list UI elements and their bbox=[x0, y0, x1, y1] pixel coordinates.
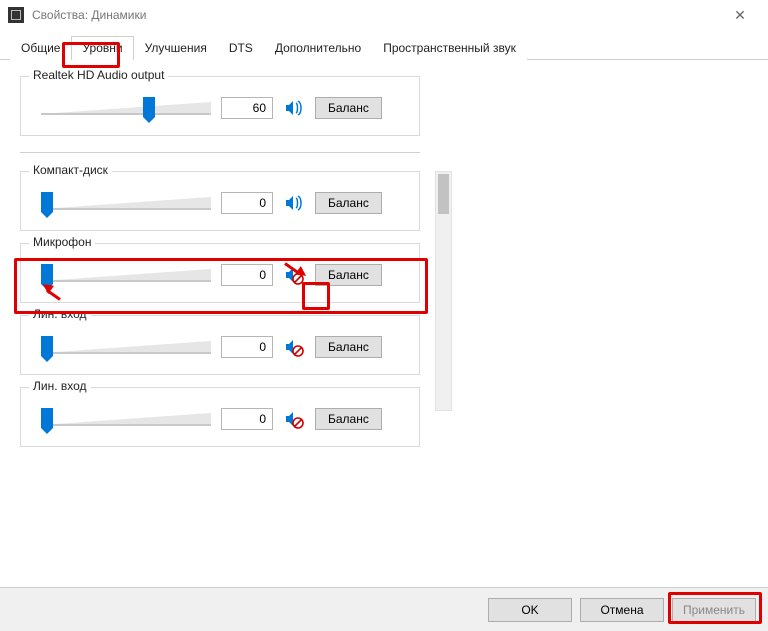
app-icon bbox=[8, 7, 24, 23]
tab-spatial-sound[interactable]: Пространственный звук bbox=[372, 36, 527, 60]
output-row: Баланс bbox=[31, 95, 409, 121]
scrollbar[interactable] bbox=[435, 171, 452, 411]
group-linein-1-label: Лин. вход bbox=[29, 307, 91, 321]
tab-strip: Общие Уровни Улучшения DTS Дополнительно… bbox=[0, 36, 768, 60]
cd-row: Баланс bbox=[31, 190, 409, 216]
group-microphone-label: Микрофон bbox=[29, 235, 95, 249]
group-output-label: Realtek HD Audio output bbox=[29, 68, 168, 82]
group-linein-1: Лин. вход Баланс bbox=[20, 315, 420, 375]
microphone-row: Баланс bbox=[31, 262, 409, 288]
linein-2-balance-button[interactable]: Баланс bbox=[315, 408, 382, 430]
group-linein-2: Лин. вход Баланс bbox=[20, 387, 420, 447]
ok-button[interactable]: OK bbox=[488, 598, 572, 622]
group-microphone: Микрофон Баланс bbox=[20, 243, 420, 303]
microphone-value[interactable] bbox=[221, 264, 273, 286]
group-cd: Компакт-диск Баланс bbox=[20, 171, 420, 231]
linein-1-slider[interactable] bbox=[41, 334, 211, 360]
cd-balance-button[interactable]: Баланс bbox=[315, 192, 382, 214]
window-title: Свойства: Динамики bbox=[32, 8, 146, 22]
speaker-muted-icon[interactable] bbox=[283, 408, 305, 430]
microphone-balance-button[interactable]: Баланс bbox=[315, 264, 382, 286]
tab-advanced[interactable]: Дополнительно bbox=[264, 36, 372, 60]
linein-2-row: Баланс bbox=[31, 406, 409, 432]
scrollbar-thumb[interactable] bbox=[438, 174, 449, 214]
output-value[interactable] bbox=[221, 97, 273, 119]
dialog-footer: OK Отмена Применить bbox=[0, 587, 768, 631]
separator bbox=[20, 152, 420, 153]
output-balance-button[interactable]: Баланс bbox=[315, 97, 382, 119]
cd-value[interactable] bbox=[221, 192, 273, 214]
microphone-slider[interactable] bbox=[41, 262, 211, 288]
tab-general[interactable]: Общие bbox=[10, 36, 71, 60]
group-cd-label: Компакт-диск bbox=[29, 163, 112, 177]
group-linein-2-label: Лин. вход bbox=[29, 379, 91, 393]
levels-panel: Realtek HD Audio output Баланс Компакт-д… bbox=[0, 60, 768, 580]
linein-1-value[interactable] bbox=[221, 336, 273, 358]
apply-button[interactable]: Применить bbox=[672, 598, 756, 622]
group-output: Realtek HD Audio output Баланс bbox=[20, 76, 420, 136]
tab-levels[interactable]: Уровни bbox=[71, 36, 133, 60]
speaker-icon[interactable] bbox=[283, 97, 305, 119]
title-bar: Свойства: Динамики ✕ bbox=[0, 0, 768, 30]
linein-2-slider[interactable] bbox=[41, 406, 211, 432]
cd-slider[interactable] bbox=[41, 190, 211, 216]
close-button[interactable]: ✕ bbox=[720, 7, 760, 24]
speaker-icon[interactable] bbox=[283, 192, 305, 214]
output-slider[interactable] bbox=[41, 95, 211, 121]
tab-enhancements[interactable]: Улучшения bbox=[134, 36, 218, 60]
cancel-button[interactable]: Отмена bbox=[580, 598, 664, 622]
linein-2-value[interactable] bbox=[221, 408, 273, 430]
tab-dts[interactable]: DTS bbox=[218, 36, 264, 60]
speaker-muted-icon[interactable] bbox=[283, 264, 305, 286]
linein-1-balance-button[interactable]: Баланс bbox=[315, 336, 382, 358]
speaker-muted-icon[interactable] bbox=[283, 336, 305, 358]
linein-1-row: Баланс bbox=[31, 334, 409, 360]
inputs-scroll-region: Компакт-диск Баланс Микрофон bbox=[20, 171, 452, 447]
